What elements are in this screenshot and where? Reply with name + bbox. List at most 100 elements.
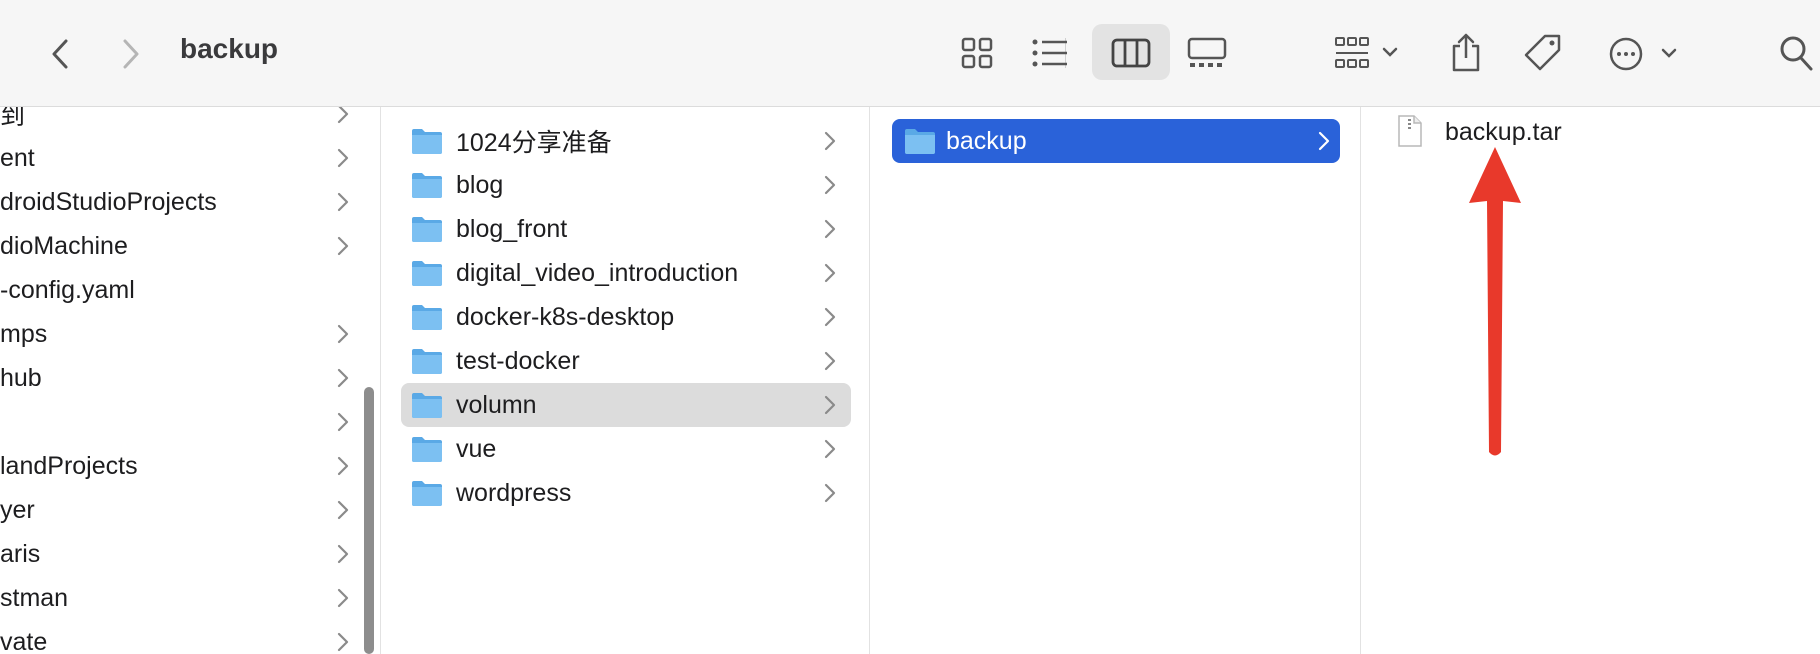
list-item-label: vate (0, 627, 48, 654)
window-title: backup (180, 33, 279, 64)
column-1: 到 ent droidStudioProjects dioMachine -config… (0, 107, 380, 654)
list-item-label: ent (0, 143, 35, 172)
chevron-right-icon (824, 219, 836, 239)
list-item-label: stman (0, 583, 69, 612)
folder-item[interactable]: digital_video_introduction (401, 251, 851, 295)
chevron-right-icon (123, 39, 139, 69)
list-item[interactable]: dioMachine (0, 224, 360, 268)
share-button[interactable] (1448, 30, 1484, 74)
tag-icon (1524, 34, 1561, 71)
folder-icon (412, 261, 442, 286)
folder-item[interactable]: blog (401, 163, 851, 207)
column-4: backup.tar (1361, 107, 1820, 654)
back-button[interactable] (42, 34, 78, 74)
group-by-icon (1335, 37, 1398, 68)
list-item-label: -config.yaml (0, 275, 135, 304)
annotation-arrow-icon (1469, 147, 1521, 456)
chevron-right-icon (337, 368, 349, 388)
folder-label: digital_video_introduction (456, 258, 739, 287)
chevron-right-icon (337, 456, 349, 476)
chevron-right-icon (1318, 131, 1330, 151)
list-item[interactable] (0, 400, 360, 444)
folder-item[interactable]: blog_front (401, 207, 851, 251)
list-item[interactable]: 到 (0, 107, 360, 136)
folder-item[interactable]: backup (892, 119, 1340, 163)
chevron-right-icon (824, 307, 836, 327)
grid-icon (961, 37, 993, 69)
ellipsis-circle-icon (1609, 37, 1677, 71)
column-3: backup (870, 107, 1360, 654)
list-item[interactable]: vate (0, 620, 360, 654)
folder-icon (412, 305, 442, 330)
folder-item[interactable]: test-docker (401, 339, 851, 383)
folder-icon (412, 437, 442, 462)
folder-icon (412, 481, 442, 506)
folder-icon (412, 129, 442, 154)
list-icon (1032, 39, 1067, 67)
list-item[interactable]: hub (0, 356, 360, 400)
folder-label: vue (456, 434, 497, 463)
folder-item[interactable]: volumn (401, 383, 851, 427)
forward-button[interactable] (113, 34, 149, 74)
chevron-right-icon (337, 588, 349, 608)
chevron-right-icon (337, 148, 349, 168)
list-item-label: aris (0, 539, 41, 568)
file-item-backup-tar[interactable]: backup.tar (1391, 110, 1691, 154)
list-item[interactable]: -config.yaml (0, 268, 360, 312)
list-view-button[interactable] (1030, 34, 1070, 72)
list-item[interactable]: droidStudioProjects (0, 180, 360, 224)
search-button[interactable] (1776, 32, 1816, 74)
folder-label: wordpress (456, 478, 572, 507)
list-item-label: yer (0, 495, 35, 524)
folder-icon (905, 129, 935, 154)
folder-label: blog_front (456, 214, 568, 243)
chevron-right-icon (824, 395, 836, 415)
tags-button[interactable] (1522, 32, 1564, 74)
folder-label: backup (946, 126, 1027, 155)
more-actions-button[interactable] (1607, 34, 1679, 74)
folder-label: docker-k8s-desktop (456, 302, 675, 331)
folder-item[interactable]: wordpress (401, 471, 851, 515)
group-by-button[interactable] (1333, 34, 1405, 72)
share-icon (1452, 33, 1480, 72)
chevron-right-icon (824, 175, 836, 195)
chevron-right-icon (824, 483, 836, 503)
list-item-label: dioMachine (0, 231, 128, 260)
chevron-right-icon (337, 500, 349, 520)
folder-label: blog (456, 170, 504, 199)
chevron-left-icon (52, 39, 68, 69)
chevron-right-icon (824, 351, 836, 371)
list-item-label: 到 (0, 107, 26, 130)
scrollbar-thumb[interactable] (364, 387, 374, 654)
chevron-right-icon (337, 632, 349, 652)
folder-item[interactable]: vue (401, 427, 851, 471)
folder-icon (412, 349, 442, 374)
list-item[interactable]: stman (0, 576, 360, 620)
search-icon (1780, 36, 1813, 71)
chevron-right-icon (824, 263, 836, 283)
folder-item[interactable]: 1024分享准备 (401, 119, 851, 163)
chevron-right-icon (337, 324, 349, 344)
list-item[interactable]: landProjects (0, 444, 360, 488)
gallery-view-button[interactable] (1186, 34, 1228, 72)
column-browser: 到 ent droidStudioProjects dioMachine -config… (0, 107, 1820, 654)
list-item-label: hub (0, 363, 42, 392)
folder-item[interactable]: docker-k8s-desktop (401, 295, 851, 339)
icon-view-button[interactable] (958, 34, 996, 72)
list-item[interactable]: ent (0, 136, 360, 180)
file-label: backup.tar (1445, 117, 1562, 146)
chevron-right-icon (337, 236, 349, 256)
chevron-right-icon (337, 544, 349, 564)
column-view-button[interactable] (1110, 34, 1152, 72)
list-item[interactable]: aris (0, 532, 360, 576)
folder-icon (412, 217, 442, 242)
toolbar: backup (0, 0, 1820, 107)
folder-label: volumn (456, 390, 537, 419)
chevron-right-icon (824, 439, 836, 459)
folder-icon (412, 173, 442, 198)
list-item[interactable]: yer (0, 488, 360, 532)
chevron-right-icon (337, 412, 349, 432)
columns-icon (1111, 38, 1151, 68)
list-item[interactable]: mps (0, 312, 360, 356)
file-icon (1398, 115, 1422, 147)
